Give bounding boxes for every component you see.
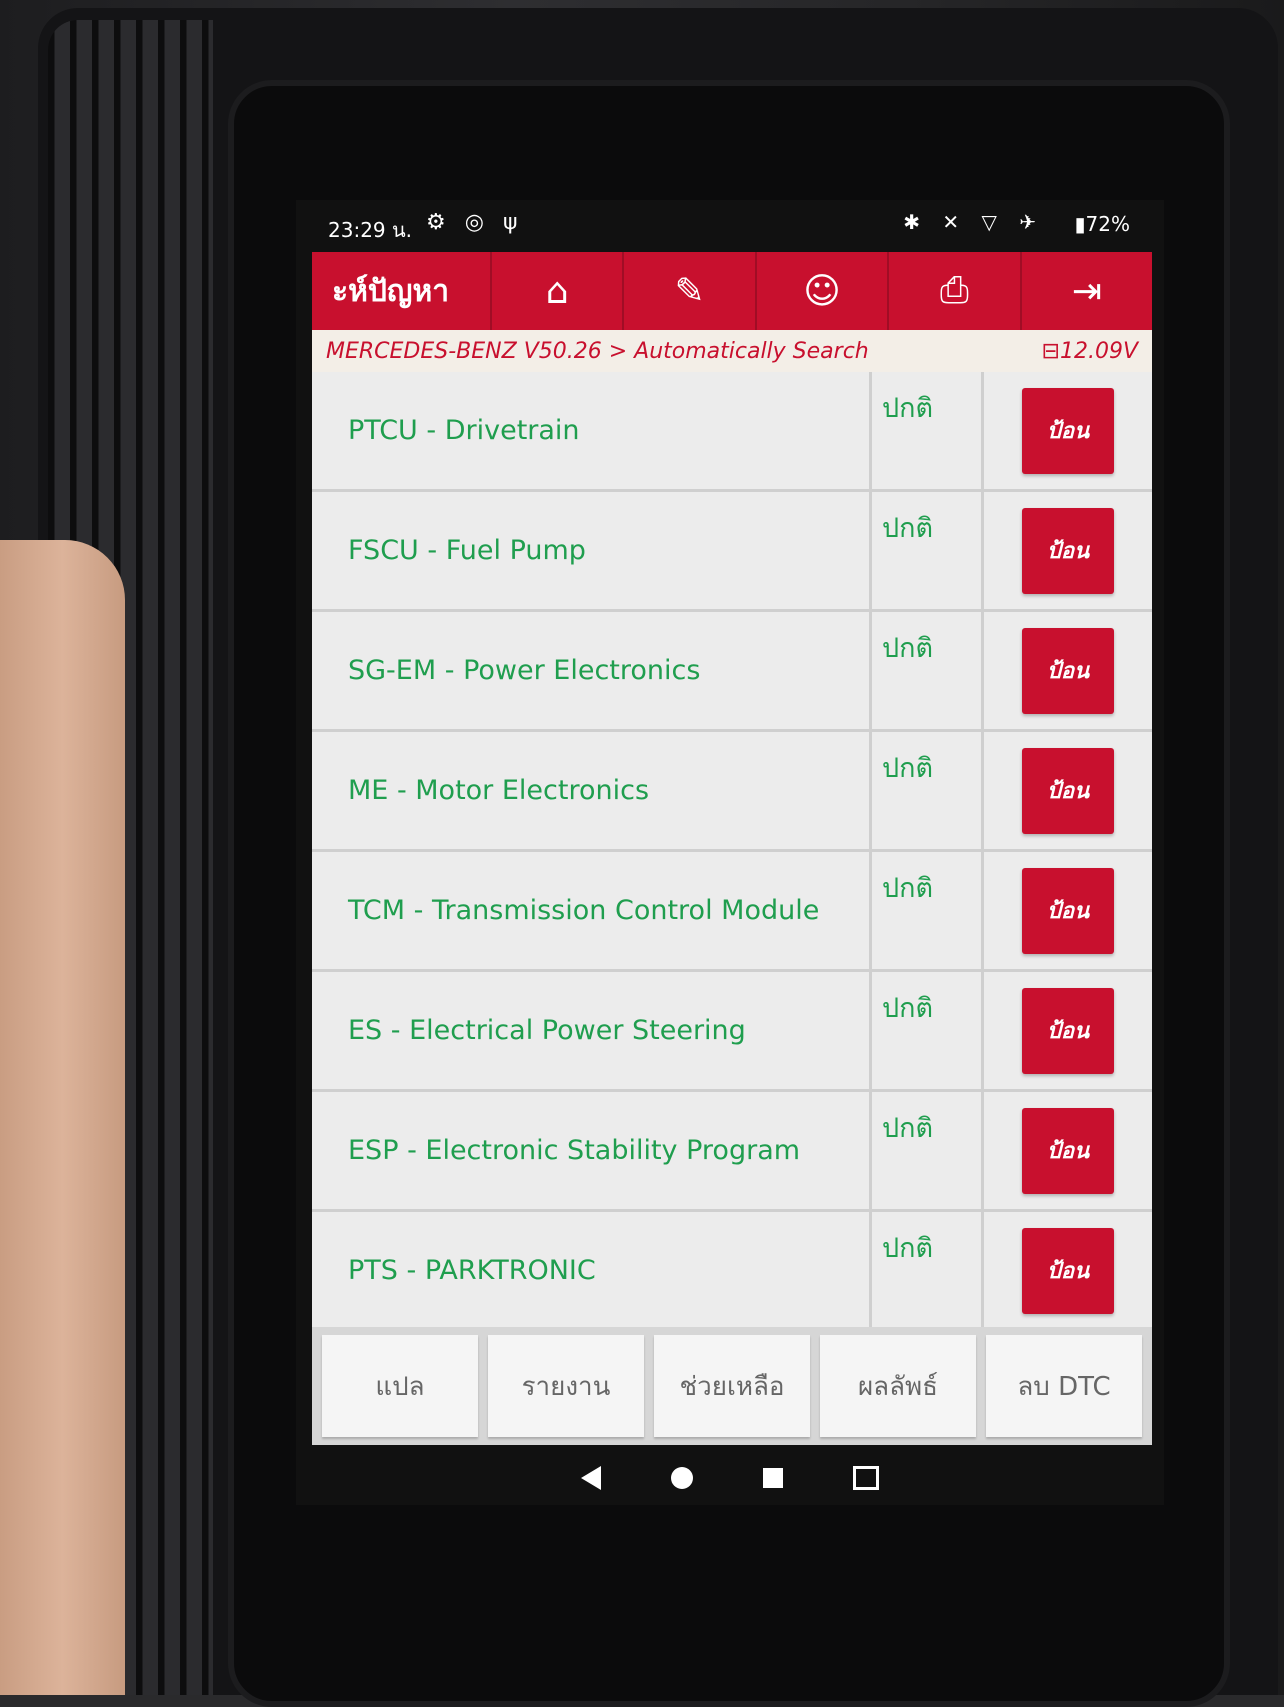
module-name: PTS - PARKTRONIC	[312, 1212, 872, 1327]
home-icon: ⌂	[545, 270, 569, 312]
module-name: FSCU - Fuel Pump	[312, 492, 872, 609]
voltage-readout: ⊟12.09V	[1041, 338, 1138, 364]
battery-voltage-icon: ⊟	[1041, 338, 1060, 364]
module-name: SG-EM - Power Electronics	[312, 612, 872, 729]
module-status: ปกติ	[872, 492, 984, 609]
bottom-action-bar: แปล รายงาน ช่วยเหลือ ผลลัพธ์ ลบ DTC	[312, 1327, 1152, 1445]
print-button[interactable]: ⎙	[889, 252, 1022, 330]
breadcrumb: MERCEDES-BENZ V50.26 > Automatically Sea…	[312, 330, 1152, 372]
enter-button[interactable]: ป้อน	[1022, 987, 1114, 1074]
enter-button[interactable]: ป้อน	[1022, 747, 1114, 834]
module-status: ปกติ	[872, 1212, 984, 1327]
back-icon[interactable]	[581, 1465, 601, 1490]
table-row: ME - Motor Electronics ปกติ ป้อน	[312, 732, 1152, 852]
module-name: TCM - Transmission Control Module	[312, 852, 872, 969]
table-row: PTCU - Drivetrain ปกติ ป้อน	[312, 372, 1152, 492]
module-status: ปกติ	[872, 612, 984, 729]
module-name: ESP - Electronic Stability Program	[312, 1092, 872, 1209]
exit-icon: ⇥	[1071, 270, 1102, 312]
top-toolbar: ะห์ปัญหา ⌂ ✎ ☺ ⎙ ⇥	[312, 252, 1152, 330]
module-status: ปกติ	[872, 972, 984, 1089]
home-nav-icon[interactable]	[671, 1466, 693, 1489]
exit-button[interactable]: ⇥	[1022, 252, 1152, 330]
enter-button[interactable]: ป้อน	[1022, 1227, 1114, 1314]
enter-button[interactable]: ป้อน	[1022, 627, 1114, 714]
module-status: ปกติ	[872, 852, 984, 969]
edit-button[interactable]: ✎	[624, 252, 757, 330]
translate-button[interactable]: แปล	[322, 1335, 478, 1437]
enter-button[interactable]: ป้อน	[1022, 1107, 1114, 1194]
bluetooth-icon: ✱	[903, 210, 928, 234]
tablet-screen: 23:29 น. ⚙ ◎ ψ ✱ ✕ ▽ ✈ ▮72% ะห์ปัญหา ⌂ ✎…	[296, 200, 1164, 1505]
enter-button[interactable]: ป้อน	[1022, 867, 1114, 954]
status-icons-right: ✱ ✕ ▽ ✈	[903, 210, 1044, 234]
help-button[interactable]: ช่วยเหลือ	[654, 1335, 810, 1437]
airplane-icon: ✈	[1019, 210, 1044, 234]
module-name: ES - Electrical Power Steering	[312, 972, 872, 1089]
signal-icon: ▽	[981, 210, 1005, 234]
mute-icon: ✕	[942, 210, 968, 234]
table-row: PTS - PARKTRONIC ปกติ ป้อน	[312, 1212, 1152, 1327]
holding-hand	[0, 540, 125, 1695]
enter-button[interactable]: ป้อน	[1022, 507, 1114, 594]
module-name: PTCU - Drivetrain	[312, 372, 872, 489]
recents-icon[interactable]	[763, 1467, 783, 1488]
android-nav-bar	[296, 1450, 1164, 1505]
settings-icon: ⚙	[426, 210, 452, 235]
report-button[interactable]: รายงาน	[488, 1335, 644, 1437]
table-row: TCM - Transmission Control Module ปกติ ป…	[312, 852, 1152, 972]
module-list: PTCU - Drivetrain ปกติ ป้อน FSCU - Fuel …	[312, 372, 1152, 1327]
support-button[interactable]: ☺	[757, 252, 890, 330]
support-icon: ☺	[803, 270, 841, 312]
module-status: ปกติ	[872, 1092, 984, 1209]
table-row: FSCU - Fuel Pump ปกติ ป้อน	[312, 492, 1152, 612]
module-status: ปกติ	[872, 372, 984, 489]
breadcrumb-path: MERCEDES-BENZ V50.26 > Automatically Sea…	[326, 338, 869, 364]
table-row: ESP - Electronic Stability Program ปกติ …	[312, 1092, 1152, 1212]
enter-button[interactable]: ป้อน	[1022, 387, 1114, 474]
screenshot-icon[interactable]	[853, 1465, 879, 1490]
clear-dtc-button[interactable]: ลบ DTC	[986, 1335, 1142, 1437]
status-icons-left: ⚙ ◎ ψ	[426, 210, 523, 235]
status-time: 23:29 น.	[328, 218, 413, 242]
bluetooth-diag-icon: ◎	[464, 210, 490, 235]
table-row: ES - Electrical Power Steering ปกติ ป้อน	[312, 972, 1152, 1092]
page-title: ะห์ปัญหา	[312, 252, 492, 330]
module-name: ME - Motor Electronics	[312, 732, 872, 849]
table-row: SG-EM - Power Electronics ปกติ ป้อน	[312, 612, 1152, 732]
home-button[interactable]: ⌂	[492, 252, 625, 330]
results-button[interactable]: ผลลัพธ์	[820, 1335, 976, 1437]
edit-icon: ✎	[674, 270, 705, 312]
module-status: ปกติ	[872, 732, 984, 849]
print-icon: ⎙	[940, 270, 969, 311]
battery-level: ▮72%	[1074, 212, 1130, 236]
status-bar: 23:29 น. ⚙ ◎ ψ ✱ ✕ ▽ ✈ ▮72%	[296, 200, 1164, 252]
stethoscope-icon: ψ	[502, 210, 524, 235]
